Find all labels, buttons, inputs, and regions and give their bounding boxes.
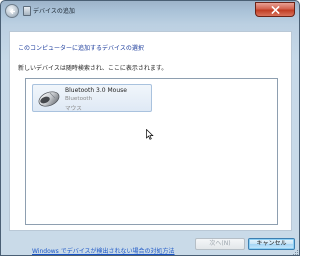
next-button[interactable]: 次へ(N): [195, 238, 245, 250]
mouse-pointer-icon: [146, 129, 154, 140]
add-device-window: デバイスの追加 このコンピューターに追加するデバイスの選択 新しいデバイスは随時…: [0, 0, 300, 256]
search-status-text: 新しいデバイスは随時検索され、ここに表示されます。: [18, 65, 168, 72]
close-icon: [271, 6, 280, 14]
cancel-button[interactable]: キャンセル: [248, 238, 295, 250]
device-list[interactable]: Bluetooth 3.0 Mouse Bluetooth マウス: [25, 78, 278, 225]
back-button[interactable]: [5, 4, 19, 18]
help-link-device-not-found[interactable]: Windows でデバイスが検出されない場合の対処方法: [32, 246, 175, 255]
device-window-icon: [23, 6, 31, 16]
content-area: このコンピューターに追加するデバイスの選択 新しいデバイスは随時検索され、ここに…: [9, 31, 292, 255]
device-name: Bluetooth 3.0 Mouse: [65, 87, 127, 94]
device-connection-type: Bluetooth: [65, 96, 93, 102]
window-title: デバイスの追加: [33, 8, 75, 15]
mouse-icon: [38, 91, 60, 107]
back-arrow-icon: [9, 8, 16, 15]
close-button[interactable]: [255, 2, 295, 17]
device-category: マウス: [65, 106, 82, 112]
resize-grip-icon[interactable]: [292, 249, 299, 256]
device-item-bluetooth-mouse[interactable]: Bluetooth 3.0 Mouse Bluetooth マウス: [32, 84, 152, 112]
title-bar[interactable]: デバイスの追加: [1, 1, 301, 23]
page-heading: このコンピューターに追加するデバイスの選択: [18, 45, 144, 52]
